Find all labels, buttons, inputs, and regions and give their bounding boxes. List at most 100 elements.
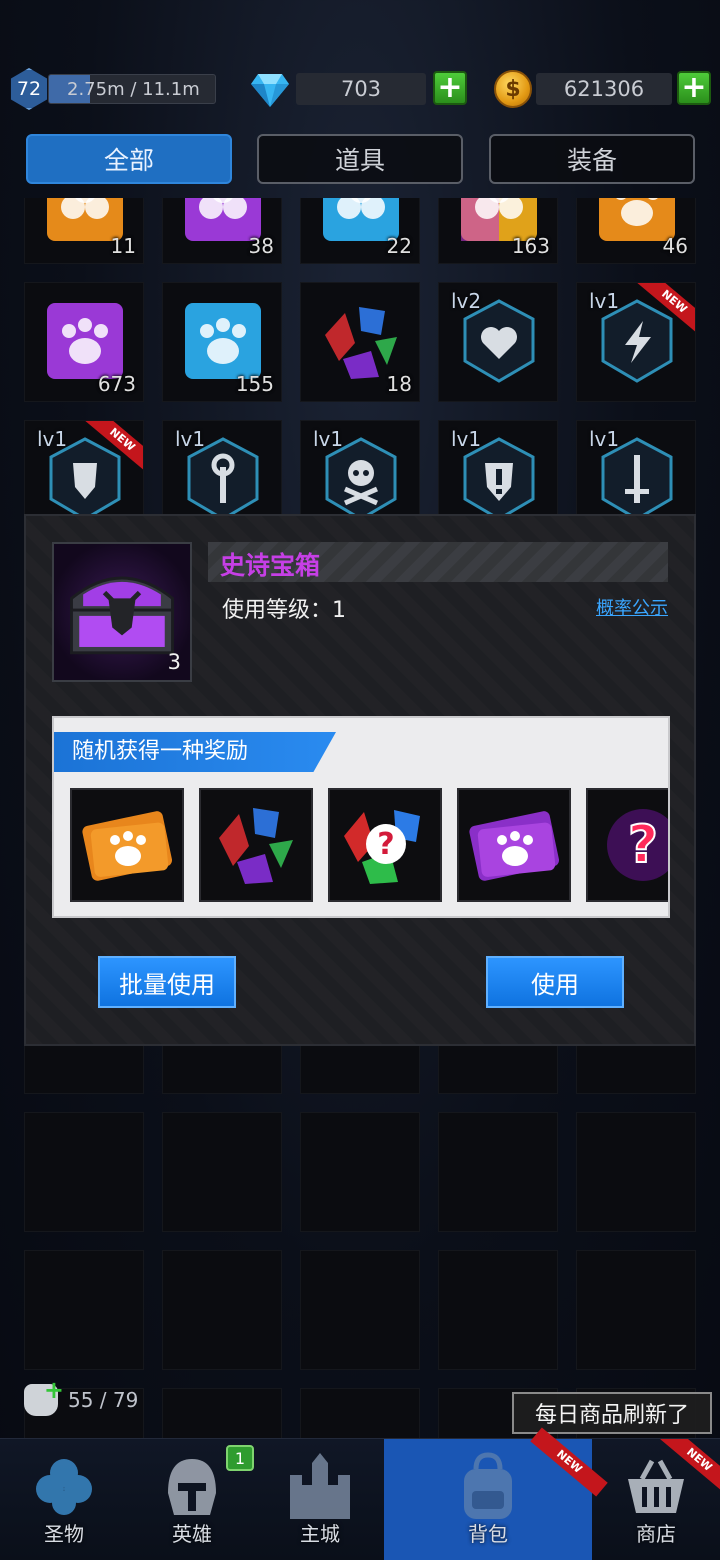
item-detail-icon-frame: 3: [52, 542, 192, 682]
bag-capacity[interactable]: + 55 / 79: [24, 1376, 139, 1418]
inventory-slot[interactable]: 11: [24, 198, 144, 264]
empty-slot[interactable]: [162, 1250, 282, 1370]
item-count: 22: [386, 234, 412, 258]
item-level: lv2: [451, 289, 482, 313]
reward-slot[interactable]: [70, 788, 184, 902]
clover-icon: [36, 1459, 92, 1515]
resource-bar: 72 2.75m / 11.1m 703 + $ 621306 +: [0, 64, 720, 114]
reward-slot[interactable]: ?: [586, 788, 668, 902]
tab-items-label: 道具: [334, 146, 385, 175]
helmet-icon: [168, 1459, 216, 1515]
reward-slot[interactable]: ?: [328, 788, 442, 902]
item-count: 673: [97, 372, 136, 396]
empty-slot[interactable]: [162, 1388, 282, 1438]
batch-use-label: 批量使用: [119, 970, 215, 999]
item-title-bar: 史诗宝箱: [208, 542, 668, 582]
empty-slot[interactable]: [24, 1112, 144, 1232]
item-name: 史诗宝箱: [220, 551, 321, 580]
add-gold-button[interactable]: +: [677, 71, 711, 105]
item-level: lv1: [37, 427, 68, 451]
nav-main-city[interactable]: 主城: [256, 1439, 384, 1560]
empty-slot[interactable]: [438, 1112, 558, 1232]
empty-slot[interactable]: [438, 1250, 558, 1370]
use-button[interactable]: 使用: [486, 956, 624, 1008]
bag-icon: +: [24, 1376, 64, 1416]
tab-all-label: 全部: [103, 146, 154, 175]
bottom-nav: 圣物 1 英雄 主城 NEW 背包 NEW 商店: [0, 1427, 720, 1560]
tab-equipment-label: 装备: [566, 146, 617, 175]
plus-icon: +: [43, 1376, 64, 1404]
item-level: lv1: [589, 289, 620, 313]
use-level-text: 使用等级：1: [222, 598, 346, 623]
nav-backpack[interactable]: NEW 背包: [384, 1427, 608, 1560]
nav-shop-label: 商店: [636, 1522, 676, 1546]
item-count: 155: [235, 372, 274, 396]
empty-slot[interactable]: [162, 1112, 282, 1232]
reward-header: 随机获得一种奖励: [54, 732, 336, 772]
empty-slot[interactable]: [576, 1250, 696, 1370]
svg-text:?: ?: [377, 827, 394, 862]
empty-slot[interactable]: [576, 1112, 696, 1232]
castle-icon: [290, 1453, 350, 1519]
gem-cluster-icon: [219, 808, 293, 884]
item-count: 18: [386, 372, 412, 396]
gem-icon: [251, 74, 289, 107]
reward-box: 随机获得一种奖励 ? ?: [52, 716, 670, 918]
empty-slot[interactable]: [300, 1112, 420, 1232]
nav-heroes[interactable]: 1 英雄: [128, 1439, 256, 1560]
item-level: lv1: [175, 427, 206, 451]
inventory-slot[interactable]: 155: [162, 282, 282, 402]
tab-items[interactable]: 道具: [257, 134, 463, 184]
reward-slot[interactable]: [457, 788, 571, 902]
item-count: 38: [248, 234, 274, 258]
tab-all[interactable]: 全部: [26, 134, 232, 184]
inventory-slot[interactable]: lv2: [438, 282, 558, 402]
inventory-slot[interactable]: lv1 NEW: [576, 282, 696, 402]
svg-text:?: ?: [628, 815, 658, 875]
use-label: 使用: [531, 970, 579, 999]
random-gem-icon: ?: [344, 810, 420, 884]
item-level: lv1: [451, 427, 482, 451]
backpack-icon: [464, 1452, 512, 1519]
shop-basket-icon: [628, 1459, 684, 1513]
exp-bar: 2.75m / 11.1m: [48, 74, 216, 104]
inventory-slot[interactable]: 38: [162, 198, 282, 264]
nav-backpack-label: 背包: [468, 1522, 508, 1546]
purple-paw-ticket-icon: [469, 811, 560, 881]
item-detail-panel: 3 史诗宝箱 使用等级：1 概率公示 随机获得一种奖励 ? ? 批量使用 使用: [24, 514, 696, 1046]
tab-equipment[interactable]: 装备: [489, 134, 695, 184]
add-gems-button[interactable]: +: [433, 71, 467, 105]
bag-capacity-text: 55 / 79: [68, 1388, 139, 1412]
inventory-slot[interactable]: 18: [300, 282, 420, 402]
heroes-badge: 1: [226, 1445, 254, 1471]
gem-count: 703: [296, 73, 426, 105]
item-level: lv1: [313, 427, 344, 451]
item-detail-count: 3: [167, 650, 181, 674]
plus-icon: +: [437, 70, 463, 105]
reward-slot[interactable]: [199, 788, 313, 902]
player-level: 72: [16, 78, 42, 100]
inventory-slot[interactable]: 46: [576, 198, 696, 264]
player-level-badge[interactable]: 72: [10, 68, 48, 110]
nav-relics-label: 圣物: [44, 1522, 84, 1546]
inventory-slot[interactable]: 22: [300, 198, 420, 264]
item-level: lv1: [589, 427, 620, 451]
batch-use-button[interactable]: 批量使用: [98, 956, 236, 1008]
empty-slot[interactable]: [300, 1388, 420, 1438]
random-reward-icon: ?: [607, 809, 668, 881]
empty-slot[interactable]: [24, 1250, 144, 1370]
probability-disclosure-link[interactable]: 概率公示: [596, 594, 668, 620]
nav-heroes-label: 英雄: [172, 1522, 212, 1546]
coin-icon: $: [494, 70, 532, 108]
nav-relics[interactable]: 圣物: [0, 1439, 128, 1560]
inventory-slot[interactable]: 673: [24, 282, 144, 402]
inventory-slot[interactable]: 163: [438, 198, 558, 264]
gold-count: 621306: [536, 73, 672, 105]
orange-paw-ticket-icon: [82, 811, 173, 881]
plus-icon: +: [681, 70, 707, 105]
nav-shop[interactable]: NEW 商店: [592, 1439, 720, 1560]
nav-main-city-label: 主城: [300, 1522, 340, 1546]
empty-slot[interactable]: [300, 1250, 420, 1370]
item-count: 163: [511, 234, 550, 258]
exp-text: 2.75m / 11.1m: [67, 78, 200, 100]
